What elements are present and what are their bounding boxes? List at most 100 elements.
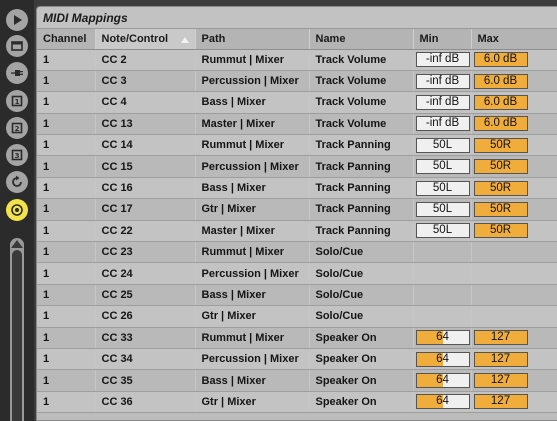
cell-note-control: CC 3: [95, 70, 196, 93]
cell-path: Gtr | Mixer: [195, 305, 310, 328]
cell-name: Speaker On: [309, 327, 414, 349]
table-row[interactable]: 1 CC 35 Bass | Mixer Speaker On 64 127: [37, 369, 557, 392]
table-row[interactable]: 1 CC 16 Bass | Mixer Track Panning 50L 50R: [37, 177, 557, 200]
value-text: 50L: [432, 138, 453, 151]
min-value-box[interactable]: 50L: [415, 223, 470, 239]
value-text: -inf dB: [425, 53, 460, 66]
value-text: 6.0 dB: [483, 53, 518, 66]
cell-max: 6.0 dB: [471, 70, 557, 93]
table-row[interactable]: 1 CC 24 Percussion | Mixer Solo/Cue: [37, 262, 557, 285]
cell-channel: 1: [37, 155, 96, 178]
table-row[interactable]: 1 CC 13 Master | Mixer Track Volume -inf dB 6…: [37, 113, 557, 136]
table-row[interactable]: 1 CC 33 Rummut | Mixer Speaker On 64 127: [37, 327, 557, 349]
table-row[interactable]: 1 CC 22 Master | Mixer Track Panning 50L 50R: [37, 220, 557, 243]
table-row[interactable]: 1 CC 25 Bass | Mixer Solo/Cue: [37, 284, 557, 307]
column-header-path[interactable]: Path: [195, 29, 310, 50]
browser-slot-2-icon[interactable]: 2: [6, 117, 28, 139]
value-text: -inf dB: [425, 95, 460, 108]
max-value-box[interactable]: 127: [473, 373, 528, 389]
cell-channel: 1: [37, 348, 96, 371]
cell-note-control: CC 14: [95, 134, 196, 157]
table-row[interactable]: 1 CC 2 Rummut | Mixer Track Volume -inf dB 6.…: [37, 49, 557, 71]
max-value-box[interactable]: 127: [473, 330, 528, 346]
svg-text:1: 1: [15, 98, 20, 106]
column-header-min[interactable]: Min: [413, 29, 472, 50]
cell-path: Percussion | Mixer: [195, 348, 310, 371]
column-header-note-control[interactable]: Note/Control: [95, 29, 196, 50]
value-text: -inf dB: [425, 74, 460, 87]
cell-channel: 1: [37, 220, 96, 243]
min-value-box[interactable]: 64: [415, 351, 470, 367]
cell-max: 50R: [471, 177, 557, 200]
cell-max: [471, 262, 557, 285]
table-row[interactable]: 1 CC 15 Percussion | Mixer Track Panning 50L…: [37, 155, 557, 178]
cell-max: 127: [471, 369, 557, 392]
cell-channel: 1: [37, 134, 96, 157]
min-value-box[interactable]: -inf dB: [415, 116, 470, 132]
max-value-box[interactable]: 6.0 dB: [473, 116, 528, 132]
max-value-box[interactable]: 50R: [473, 223, 528, 239]
midi-mappings-table: Channel Note/Control Path Name Min Max 1…: [37, 29, 557, 414]
cell-name: Track Panning: [309, 134, 414, 157]
max-value-box[interactable]: 6.0 dB: [473, 73, 528, 89]
cell-note-control: CC 24: [95, 262, 196, 285]
min-value-box[interactable]: 50L: [415, 137, 470, 153]
max-value-box[interactable]: 50R: [473, 201, 528, 217]
table-row[interactable]: 1 CC 14 Rummut | Mixer Track Panning 50L 50R: [37, 134, 557, 157]
table-row[interactable]: 1 CC 36 Gtr | Mixer Speaker On 64 127: [37, 391, 557, 414]
max-value-box[interactable]: 127: [473, 351, 528, 367]
cell-max: [471, 241, 557, 264]
table-row[interactable]: 1 CC 3 Percussion | Mixer Track Volume -inf …: [37, 70, 557, 93]
cell-note-control: CC 16: [95, 177, 196, 200]
midi-mappings-panel: MIDI Mappings Channel Note/Control Path …: [36, 6, 557, 421]
cell-name: Track Panning: [309, 198, 414, 221]
value-text: 127: [490, 352, 511, 365]
browser-slot-1-icon[interactable]: 1: [6, 90, 28, 112]
cell-min: 64: [413, 327, 472, 349]
refresh-icon[interactable]: [6, 171, 28, 193]
scroll-up-arrow-icon[interactable]: [11, 240, 23, 248]
min-value-box[interactable]: 64: [415, 330, 470, 346]
cell-path: Gtr | Mixer: [195, 391, 310, 414]
table-row[interactable]: 1 CC 26 Gtr | Mixer Solo/Cue: [37, 305, 557, 328]
max-value-box[interactable]: 127: [473, 394, 528, 410]
scrollbar-thumb[interactable]: [12, 250, 22, 421]
column-header-channel[interactable]: Channel: [37, 29, 96, 50]
window-icon[interactable]: [6, 35, 28, 57]
column-header-max[interactable]: Max: [471, 29, 557, 50]
table-row[interactable]: 1 CC 17 Gtr | Mixer Track Panning 50L 50R: [37, 198, 557, 221]
cell-note-control: CC 35: [95, 369, 196, 392]
cell-note-control: CC 34: [95, 348, 196, 371]
max-value-box[interactable]: 50R: [473, 159, 528, 175]
min-value-box[interactable]: 50L: [415, 180, 470, 196]
max-value-box[interactable]: 6.0 dB: [473, 52, 528, 68]
cell-note-control: CC 17: [95, 198, 196, 221]
table-row[interactable]: 1 CC 34 Percussion | Mixer Speaker On 64 127: [37, 348, 557, 371]
min-value-box[interactable]: 64: [415, 394, 470, 410]
min-value-box[interactable]: -inf dB: [415, 73, 470, 89]
browser-slot-3-icon[interactable]: 3: [6, 144, 28, 166]
cell-note-control: CC 23: [95, 241, 196, 264]
play-icon[interactable]: [6, 9, 28, 31]
cell-path: Rummut | Mixer: [195, 134, 310, 157]
cell-path: Rummut | Mixer: [195, 327, 310, 349]
min-value-box[interactable]: -inf dB: [415, 94, 470, 110]
min-value-box[interactable]: 50L: [415, 201, 470, 217]
cell-name: Track Volume: [309, 91, 414, 114]
target-icon[interactable]: [6, 199, 28, 221]
column-header-name[interactable]: Name: [309, 29, 414, 50]
table-row[interactable]: 1 CC 4 Bass | Mixer Track Volume -inf dB 6.0 …: [37, 91, 557, 114]
min-value-box[interactable]: 50L: [415, 159, 470, 175]
max-value-box[interactable]: 50R: [473, 137, 528, 153]
plug-icon[interactable]: [6, 62, 28, 84]
value-text: 127: [490, 374, 511, 387]
cell-path: Rummut | Mixer: [195, 241, 310, 264]
max-value-box[interactable]: 6.0 dB: [473, 94, 528, 110]
min-value-box[interactable]: -inf dB: [415, 52, 470, 68]
sort-ascending-icon: [180, 37, 189, 43]
max-value-box[interactable]: 50R: [473, 180, 528, 196]
cell-path: Percussion | Mixer: [195, 155, 310, 178]
table-row[interactable]: 1 CC 23 Rummut | Mixer Solo/Cue: [37, 241, 557, 264]
min-value-box[interactable]: 64: [415, 373, 470, 389]
cell-max: 50R: [471, 220, 557, 243]
